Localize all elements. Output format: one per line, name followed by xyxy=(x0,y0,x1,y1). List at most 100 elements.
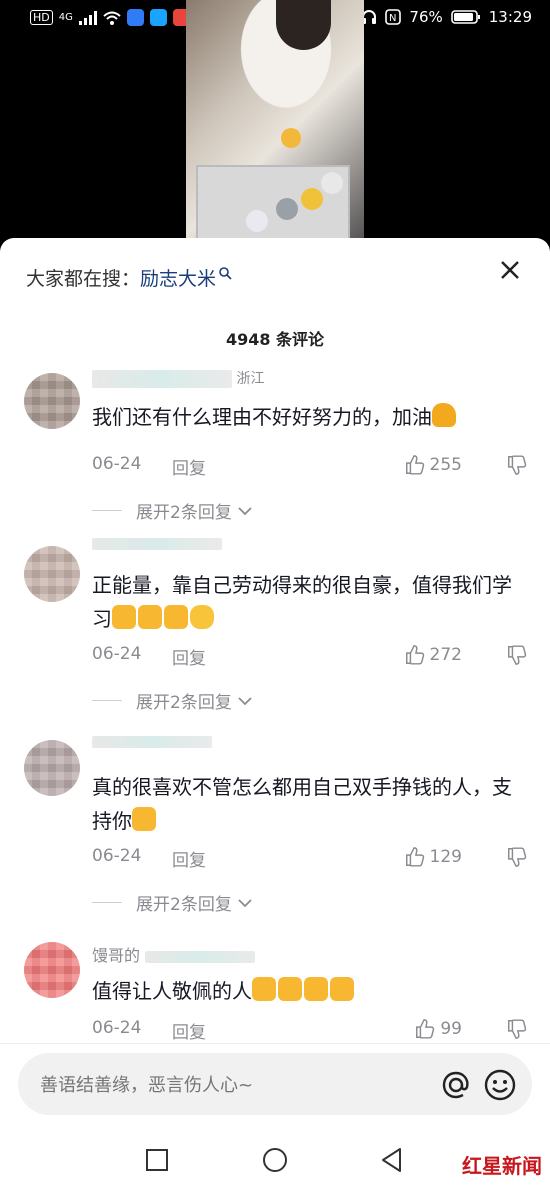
comment-username[interactable]: 馒哥的 xyxy=(92,942,256,966)
comment-date: 06-24 xyxy=(92,454,142,474)
battery-label: 76% xyxy=(409,8,443,26)
video-preview[interactable] xyxy=(186,0,364,250)
search-suggestion[interactable]: 大家都在搜： 励志大米 xyxy=(26,264,232,291)
thumbs-up-emoji xyxy=(278,977,302,1001)
redacted-username xyxy=(145,950,256,963)
comment-text: 真的很喜欢不管怎么都用自己双手挣钱的人，支持你 xyxy=(92,770,522,838)
divider-line xyxy=(92,510,122,511)
comment-count: 4948 条评论 xyxy=(225,330,325,349)
search-keyword[interactable]: 励志大米 xyxy=(140,264,216,291)
redacted-username xyxy=(92,736,212,748)
network-label: 4G xyxy=(58,12,73,23)
redacted-username xyxy=(92,538,222,550)
chevron-down-icon xyxy=(238,696,252,705)
thumbs-up-emoji xyxy=(112,605,136,629)
comment-date: 06-24 xyxy=(92,1018,142,1038)
comment-date: 06-24 xyxy=(92,846,142,866)
flexed-biceps-emoji xyxy=(432,403,456,427)
like-count: 99 xyxy=(440,1019,462,1039)
svg-text:N: N xyxy=(389,13,396,24)
expand-replies-button[interactable]: 展开2条回复 xyxy=(92,498,254,523)
divider-line xyxy=(92,700,122,701)
thumbs-up-emoji xyxy=(164,605,188,629)
comment-text: 值得让人敬佩的人 xyxy=(92,974,522,1008)
thumbs-up-emoji xyxy=(252,977,276,1001)
expand-label: 展开2条回复 xyxy=(136,895,232,915)
comment-input[interactable] xyxy=(38,1053,422,1117)
comment-username[interactable] xyxy=(92,536,222,552)
comment-sheet: 大家都在搜： 励志大米 4948 条评论 浙江 我们还有什么理由不好好努力的，加… xyxy=(0,238,550,1192)
avatar[interactable] xyxy=(24,373,80,429)
thumbs-up-emoji xyxy=(132,807,156,831)
expand-label: 展开2条回复 xyxy=(136,503,232,523)
like-count: 129 xyxy=(429,847,462,867)
reply-button[interactable]: 回复 xyxy=(172,1018,206,1043)
expand-replies-button[interactable]: 展开2条回复 xyxy=(92,890,254,915)
thumbs-up-emoji xyxy=(330,977,354,1001)
toy-figure xyxy=(276,198,298,220)
thumbs-down-icon[interactable] xyxy=(506,454,528,476)
watermark-logo: 红星新闻 xyxy=(462,1154,542,1178)
comment-body: 值得让人敬佩的人 xyxy=(92,979,252,1003)
thumbs-down-icon[interactable] xyxy=(506,846,528,868)
thumbs-up-icon xyxy=(405,847,424,867)
thumbs-up-emoji xyxy=(304,977,328,1001)
wifi-icon xyxy=(103,11,121,25)
close-icon[interactable] xyxy=(498,258,522,282)
like-button[interactable]: 129 xyxy=(404,846,462,868)
at-mention-icon[interactable] xyxy=(438,1067,474,1103)
status-right: N 76% 13:29 xyxy=(361,8,532,26)
comment-date: 06-24 xyxy=(92,644,142,664)
avatar[interactable] xyxy=(24,546,80,602)
like-button[interactable]: 255 xyxy=(404,454,462,476)
toy-figure xyxy=(246,210,268,232)
chevron-down-icon xyxy=(238,898,252,907)
like-button[interactable]: 272 xyxy=(404,644,462,666)
like-button[interactable]: 99 xyxy=(414,1018,462,1040)
toy-figure xyxy=(321,172,343,194)
comment-body: 我们还有什么理由不好好努力的，加油 xyxy=(92,405,432,429)
reply-button[interactable]: 回复 xyxy=(172,846,206,871)
thumbs-up-icon xyxy=(405,455,424,475)
thumbs-up-emoji xyxy=(138,605,162,629)
toy-figure xyxy=(281,128,301,148)
comment-input-bar[interactable] xyxy=(18,1053,532,1117)
comment-username-text: 馒哥的 xyxy=(92,946,141,965)
search-icon xyxy=(219,266,232,280)
thumbs-up-icon xyxy=(405,645,424,665)
comment-username[interactable]: 浙江 xyxy=(92,368,264,388)
like-count: 272 xyxy=(429,645,462,665)
thumbs-down-icon[interactable] xyxy=(506,1018,528,1040)
like-count: 255 xyxy=(429,455,462,475)
sheet-divider xyxy=(0,1043,550,1044)
thumbs-down-icon[interactable] xyxy=(506,644,528,666)
reply-button[interactable]: 回复 xyxy=(172,454,206,479)
reply-button[interactable]: 回复 xyxy=(172,644,206,669)
expand-label: 展开2条回复 xyxy=(136,693,232,713)
toy-figure xyxy=(301,188,323,210)
search-app-icon xyxy=(149,9,167,26)
avatar[interactable] xyxy=(24,942,80,998)
recents-square-icon[interactable] xyxy=(145,1148,169,1172)
comment-username[interactable] xyxy=(92,734,212,750)
divider-line xyxy=(92,902,122,903)
avatar[interactable] xyxy=(24,740,80,796)
redacted-username xyxy=(92,370,232,388)
expand-replies-button[interactable]: 展开2条回复 xyxy=(92,688,254,713)
thumbs-up-icon xyxy=(416,1019,435,1039)
back-triangle-icon[interactable] xyxy=(380,1147,404,1173)
emoji-icon[interactable] xyxy=(482,1067,518,1103)
chevron-down-icon xyxy=(238,506,252,515)
battery-icon xyxy=(450,10,480,24)
hd-icon: HD xyxy=(30,10,53,25)
shield-app-icon xyxy=(126,9,144,26)
finger-heart-emoji xyxy=(190,605,214,629)
home-circle-icon[interactable] xyxy=(261,1146,289,1174)
search-prefix: 大家都在搜： xyxy=(26,268,141,290)
comment-text: 正能量，靠自己劳动得来的很自豪，值得我们学习 xyxy=(92,568,522,636)
comment-text: 我们还有什么理由不好好努力的，加油 xyxy=(92,400,522,434)
comment-location: 浙江 xyxy=(236,371,265,387)
clock: 13:29 xyxy=(488,8,532,26)
signal-icon xyxy=(78,10,97,25)
nfc-icon: N xyxy=(385,9,402,25)
